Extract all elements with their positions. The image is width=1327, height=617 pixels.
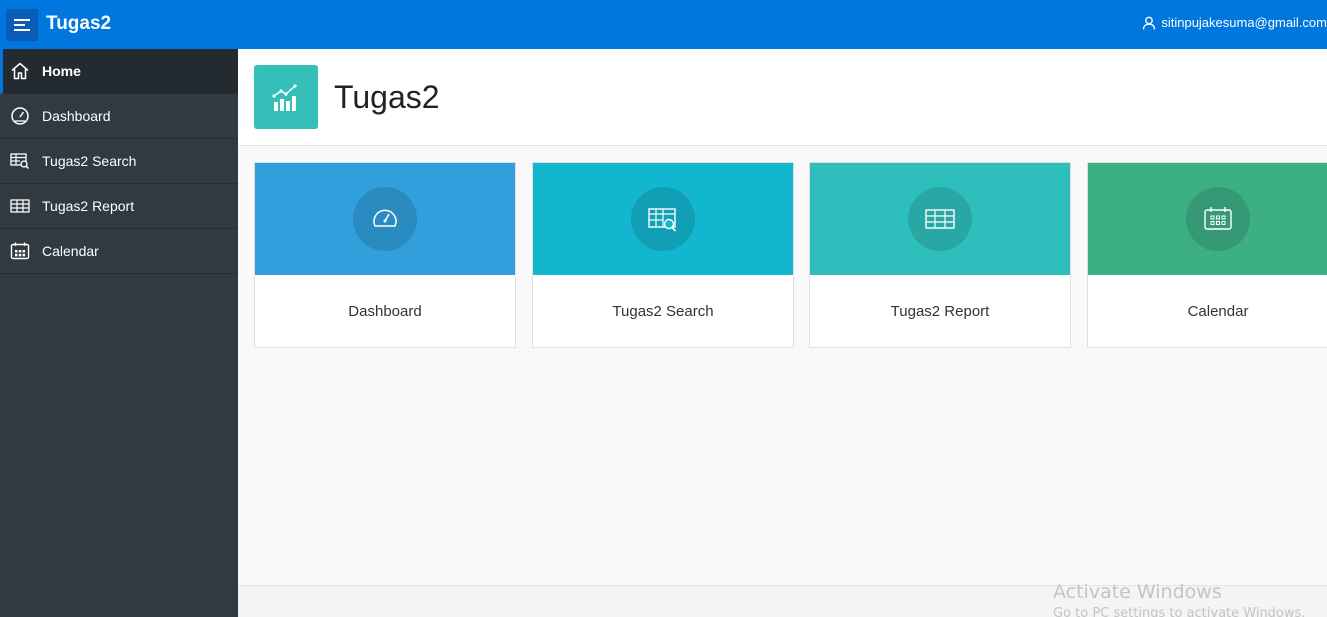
page-title-bar: Tugas2 xyxy=(238,49,1327,146)
card-header xyxy=(255,163,515,275)
watermark-title: Activate Windows xyxy=(1053,581,1222,603)
card-icon-circle xyxy=(1186,187,1250,251)
dashboard-icon xyxy=(373,209,397,227)
sidebar-item-home[interactable]: Home xyxy=(0,49,238,94)
user-menu[interactable]: sitinpujakesuma@gmail.com xyxy=(1142,15,1327,30)
sidebar-item-tugas2-search[interactable]: Tugas2 Search xyxy=(0,139,238,184)
card-icon-circle xyxy=(353,187,417,251)
card-dashboard[interactable]: Dashboard xyxy=(254,162,516,348)
user-email: sitinpujakesuma@gmail.com xyxy=(1161,15,1327,30)
sidebar-item-label: Calendar xyxy=(42,243,99,259)
card-icon-circle xyxy=(908,187,972,251)
card-label: Calendar xyxy=(1187,303,1249,320)
user-icon xyxy=(1143,16,1156,30)
card-header xyxy=(1088,163,1327,275)
table-search-icon xyxy=(648,208,677,232)
table-icon xyxy=(925,209,955,229)
chart-icon xyxy=(254,65,318,129)
card-label: Tugas2 Report xyxy=(890,303,990,320)
table-search-icon xyxy=(9,150,31,172)
sidebar-item-label: Tugas2 Search xyxy=(42,153,137,169)
watermark-subtitle: Go to PC settings to activate Windows. xyxy=(1053,606,1306,617)
calendar-icon xyxy=(1204,207,1232,230)
card-label: Dashboard xyxy=(348,303,422,320)
table-icon xyxy=(9,195,31,217)
sidebar-item-label: Tugas2 Report xyxy=(42,198,135,214)
card-tugas2-search[interactable]: Tugas2 Search xyxy=(532,162,794,348)
windows-activation-watermark: Activate Windows Go to PC settings to ac… xyxy=(1053,581,1305,617)
card-tugas2-report[interactable]: Tugas2 Report xyxy=(809,162,1071,348)
card-header xyxy=(533,163,793,275)
hamburger-icon xyxy=(14,19,30,31)
app-title[interactable]: Tugas2 xyxy=(46,13,111,35)
sidebar-item-label: Dashboard xyxy=(42,108,111,124)
card-icon-circle xyxy=(631,187,695,251)
sidebar-item-tugas2-report[interactable]: Tugas2 Report xyxy=(0,184,238,229)
sidebar-item-calendar[interactable]: Calendar xyxy=(0,229,238,274)
calendar-icon xyxy=(9,240,31,262)
card-calendar[interactable]: Calendar xyxy=(1087,162,1327,348)
top-header: Tugas2 sitinpujakesuma@gmail.com xyxy=(0,0,1327,49)
page-title: Tugas2 xyxy=(334,79,440,115)
card-header xyxy=(810,163,1070,275)
dashboard-icon xyxy=(9,105,31,127)
card-label: Tugas2 Search xyxy=(612,303,714,320)
sidebar: Home Dashboard Tugas2 Search Tugas2 Repo… xyxy=(0,49,238,617)
menu-toggle-button[interactable] xyxy=(6,9,38,41)
sidebar-item-dashboard[interactable]: Dashboard xyxy=(0,94,238,139)
main-content: Tugas2 Dashboard Tugas2 Search Tugas2 Re… xyxy=(238,49,1327,617)
sidebar-item-label: Home xyxy=(42,63,81,79)
home-icon xyxy=(9,60,31,82)
